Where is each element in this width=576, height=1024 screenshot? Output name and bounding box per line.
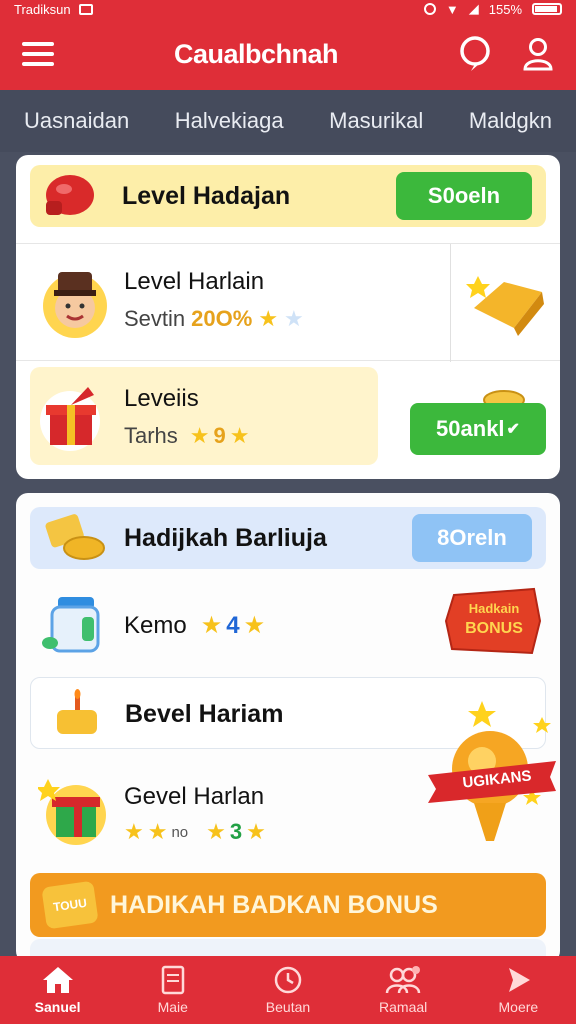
gift-row-1[interactable]: Kemo ★ 4 ★ Hadkain BONUS	[16, 581, 560, 671]
level-banner-button[interactable]: S0oeln	[396, 172, 532, 220]
star-icon: ★	[258, 306, 279, 331]
gift-row-2-label: Bevel Hariam	[125, 700, 284, 728]
nav-home[interactable]: Sanuel	[8, 965, 108, 1015]
level-banner-label: Level Hadajan	[122, 181, 291, 210]
level-row-1-percent: 20O%	[191, 306, 253, 331]
jar-icon	[42, 597, 100, 653]
document-icon	[161, 965, 185, 995]
app-title: Caualbchnah	[173, 38, 339, 69]
gift-present-icon	[38, 779, 106, 845]
level-row-2-count: 9	[213, 423, 226, 448]
star-icon: ★	[229, 423, 250, 448]
nav-users-label: Ramaal	[379, 999, 428, 1015]
tab-1[interactable]: Uasnaidan	[24, 108, 129, 134]
nav-document[interactable]: Maie	[123, 965, 223, 1015]
gift-row-3-small: no	[171, 823, 189, 841]
level-row-2-label: Leveiis	[124, 385, 199, 412]
level-banner: Level Hadajan S0oeln	[30, 165, 546, 227]
bonus-badge-line2: BONUS	[465, 620, 523, 637]
level-row-1[interactable]: Level Harlain Sevtin 20O% ★ ★	[16, 243, 560, 362]
wifi-icon: ▼	[445, 1, 459, 17]
share-icon	[509, 968, 531, 992]
nav-clock[interactable]: Beutan	[238, 965, 338, 1015]
boxing-glove-icon	[46, 175, 94, 215]
star-icon: ★	[246, 819, 266, 844]
check-icon: ✔	[506, 421, 520, 438]
nav-users[interactable]: Ramaal	[353, 965, 453, 1015]
gift-box-icon	[40, 387, 100, 451]
bonus-badge-line1: Hadkain	[468, 601, 520, 616]
tab-3[interactable]: Masurikal	[329, 108, 423, 134]
bonus-bar[interactable]: TOUU HADIKAH BADKAN BONUS	[30, 873, 546, 937]
gift-row-1-count: 4	[226, 611, 240, 639]
star-icon: ★	[189, 423, 210, 448]
star-icon: ★	[200, 612, 223, 639]
category-tabs: Uasnaidan Halvekiaga Masurikal Maldgkn	[0, 90, 576, 152]
gift-banner-label: Hadijkah Barliuja	[124, 523, 327, 552]
clock-icon	[274, 966, 302, 994]
claim-button-label: 50ankl	[436, 416, 505, 441]
avatar-icon	[43, 272, 107, 338]
nav-home-label: Sanuel	[34, 999, 81, 1015]
bonus-bar-label: HADIKAH BADKAN BONUS	[110, 890, 438, 919]
battery-icon	[532, 3, 562, 15]
chat-icon[interactable]	[458, 35, 492, 73]
nav-document-label: Maie	[157, 999, 188, 1015]
nav-clock-label: Beutan	[265, 999, 311, 1015]
carrier-label: Tradiksun	[14, 1, 71, 17]
star-outline-icon: ★	[284, 306, 304, 331]
claim-button[interactable]: 50ankl ✔	[410, 403, 546, 455]
gift-card: Hadijkah Barliuja 8Oreln Kemo ★ 4 ★ Hadk…	[16, 493, 560, 963]
nav-share-label: Moere	[498, 999, 539, 1015]
gold-bar-icon	[466, 276, 544, 336]
tab-4[interactable]: Maldgkn	[469, 108, 552, 134]
bonus-badge: Hadkain BONUS	[444, 587, 544, 657]
row-divider	[450, 244, 451, 362]
level-row-2[interactable]: Leveiis Tarhs ★ 9 ★	[30, 367, 378, 465]
bonus-tag-label: TOUU	[52, 895, 88, 915]
star-icon: ★	[147, 819, 168, 844]
gift-row-1-label: Kemo	[124, 611, 187, 639]
trophy-ribbon: UGIKANS	[424, 693, 560, 853]
app-header: Caualbchnah	[0, 18, 576, 90]
level-row-1-label: Level Harlain	[124, 268, 265, 295]
gift-row-3-label: Gevel Harlan	[124, 783, 265, 810]
bottom-nav: Sanuel Maie Beutan Ramaal Moere	[0, 956, 576, 1024]
gift-banner-button[interactable]: 8Oreln	[412, 514, 532, 562]
star-icon: ★	[243, 612, 266, 639]
notification-icon	[78, 3, 93, 15]
status-bar: Tradiksun ▼ ◢ 155%	[0, 0, 576, 18]
tab-2[interactable]: Halvekiaga	[175, 108, 284, 134]
alarm-icon	[423, 3, 436, 15]
candle-icon	[57, 689, 97, 734]
star-icon: ★	[206, 819, 226, 844]
users-icon	[385, 966, 421, 994]
signal-icon: ◢	[468, 1, 479, 16]
level-row-1-sub: Sevtin	[124, 306, 186, 331]
gift-banner: Hadijkah Barliuja 8Oreln	[30, 507, 546, 569]
nav-share[interactable]: Moere	[468, 965, 568, 1015]
bonus-tag-icon: TOUU	[41, 880, 99, 930]
menu-icon[interactable]	[22, 42, 54, 66]
gift-row-3-count: 3	[229, 819, 243, 844]
star-icon: ★	[124, 819, 144, 844]
coins-icon	[45, 514, 105, 560]
battery-percent: 155%	[488, 1, 522, 17]
level-card: Level Hadajan S0oeln Level Harlain Sevti…	[16, 155, 560, 479]
home-icon	[42, 967, 73, 993]
level-row-2-sub: Tarhs	[124, 423, 178, 448]
profile-icon[interactable]	[522, 37, 554, 71]
